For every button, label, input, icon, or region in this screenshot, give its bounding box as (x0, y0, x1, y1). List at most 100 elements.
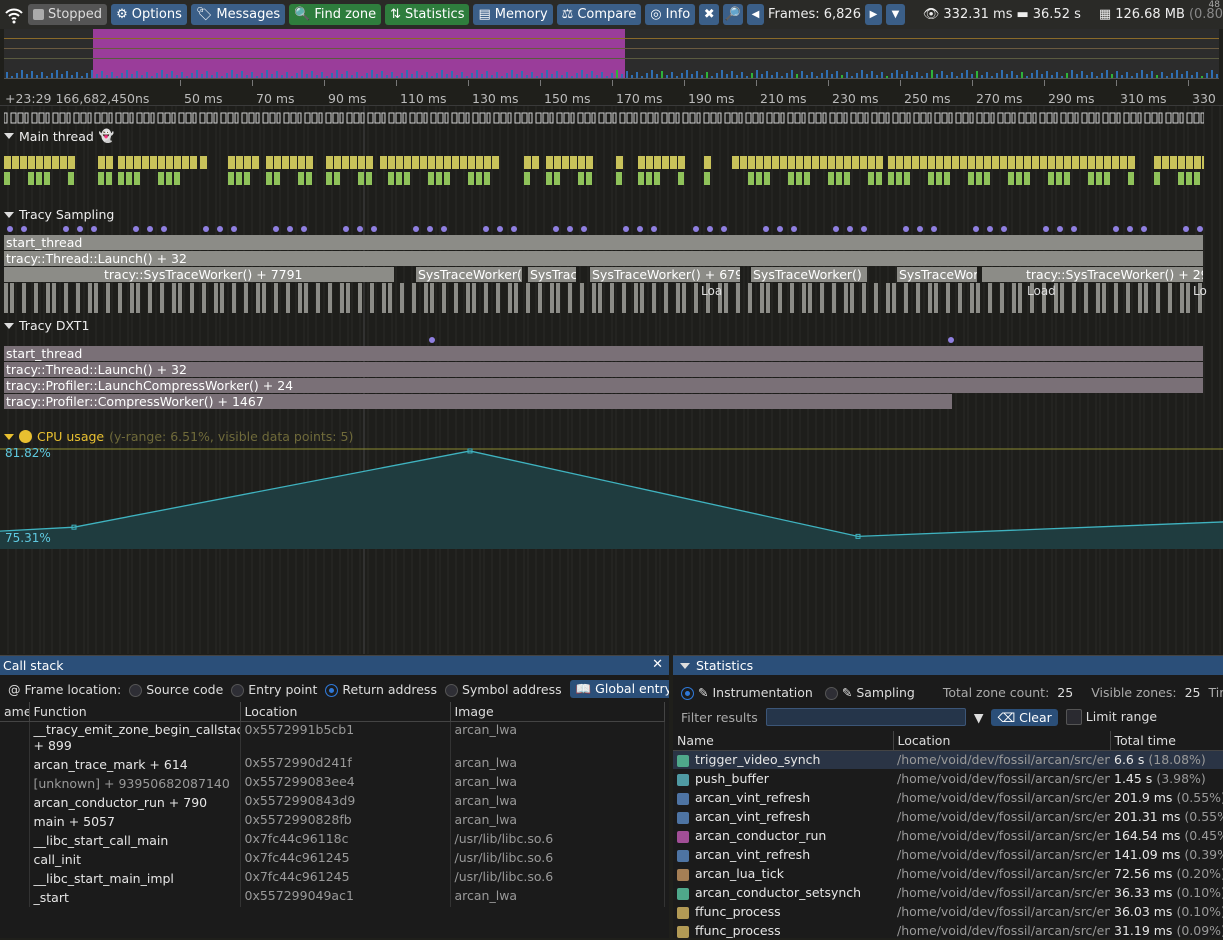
sample-dot[interactable] (203, 226, 209, 232)
sample-dot[interactable] (497, 226, 503, 232)
sample-dot[interactable] (833, 226, 839, 232)
sample-dot[interactable] (693, 226, 699, 232)
tools-button[interactable]: ✖ (699, 4, 720, 25)
zone-block[interactable] (236, 156, 243, 169)
sample-dot[interactable] (413, 226, 419, 232)
zone-block-child[interactable] (1024, 172, 1030, 185)
sample-leaf-frame[interactable] (136, 283, 140, 313)
zone-block[interactable] (904, 156, 911, 169)
sample-leaf-frame[interactable] (1114, 283, 1118, 313)
zone-block[interactable] (68, 156, 75, 169)
zone-block-child[interactable] (704, 172, 710, 185)
sample-dot[interactable] (147, 226, 153, 232)
sample-leaf-frame[interactable] (538, 283, 542, 313)
sample-leaf-frame[interactable] (1072, 283, 1076, 313)
sample-leaf-frame[interactable] (190, 283, 194, 313)
zone-block[interactable] (586, 156, 593, 169)
sample-leaf-frame[interactable] (568, 283, 572, 313)
zone-block[interactable] (20, 156, 27, 169)
zone-block-child[interactable] (334, 172, 340, 185)
zone-block[interactable] (326, 156, 333, 169)
zone-block[interactable] (756, 156, 763, 169)
zone-block[interactable] (36, 156, 43, 169)
zone-block-child[interactable] (1178, 172, 1184, 185)
zone-block-child[interactable] (396, 172, 402, 185)
sample-dot[interactable] (511, 226, 517, 232)
sample-dot[interactable] (483, 226, 489, 232)
sample-leaf-frame[interactable] (514, 283, 518, 313)
sample-leaf-frame[interactable] (1180, 283, 1184, 313)
zone-block[interactable] (350, 156, 357, 169)
zone-block-child[interactable] (358, 172, 364, 185)
zone-block-child[interactable] (836, 172, 842, 185)
zone-block-child[interactable] (804, 172, 810, 185)
dxt-frame-1[interactable]: start_thread (4, 346, 1203, 361)
sample-leaf-frame[interactable] (412, 283, 416, 313)
sample-leaf-frame[interactable] (916, 283, 920, 313)
sample-leaf-frame[interactable] (970, 283, 974, 313)
zone-block-child[interactable] (936, 172, 942, 185)
sample-leaf-frame[interactable] (634, 283, 638, 313)
zone-block-child[interactable] (1008, 172, 1014, 185)
sample-leaf-frame[interactable] (640, 283, 644, 313)
zone-block-child[interactable] (844, 172, 850, 185)
find-zone-button[interactable]: 🔍 Find zone (289, 4, 382, 25)
zone-block-child[interactable] (586, 172, 592, 185)
zone-block-child[interactable] (126, 172, 132, 185)
sample-leaf-frame[interactable] (262, 283, 266, 313)
sample-dot[interactable] (847, 226, 853, 232)
sample-dot[interactable] (987, 226, 993, 232)
zone-block[interactable] (1120, 156, 1127, 169)
wifi-icon[interactable] (4, 6, 24, 24)
sample-leaf-frame[interactable] (370, 283, 374, 313)
zone-block[interactable] (1112, 156, 1119, 169)
sample-dot[interactable] (343, 226, 349, 232)
zone-block-child[interactable] (1186, 172, 1192, 185)
zone-block[interactable] (868, 156, 875, 169)
zone-block-child[interactable] (876, 172, 882, 185)
zone-block-child[interactable] (896, 172, 902, 185)
sample-leaf-frame[interactable] (778, 283, 782, 313)
statistics-row[interactable]: arcan_conductor_setsynch/home/void/dev/f… (673, 883, 1223, 902)
sample-leaf-frame[interactable] (724, 283, 728, 313)
sample-leaf-frame[interactable] (988, 283, 992, 313)
sample-leaf-frame[interactable] (46, 283, 50, 313)
zone-block-child[interactable] (928, 172, 934, 185)
zone-block-child[interactable] (1088, 172, 1094, 185)
zone-block-child[interactable] (968, 172, 974, 185)
zone-block[interactable] (678, 156, 685, 169)
dxt-frame-4[interactable]: tracy::Profiler::CompressWorker() + 1467 (4, 394, 952, 409)
zone-block[interactable] (984, 156, 991, 169)
sample-leaf-frame[interactable] (526, 283, 530, 313)
zone-block[interactable] (662, 156, 669, 169)
zone-block[interactable] (1170, 156, 1177, 169)
zone-block-child[interactable] (484, 172, 490, 185)
sample-leaf-frame[interactable] (442, 283, 446, 313)
sample-leaf-frame[interactable] (1084, 283, 1088, 313)
zone-block[interactable] (1096, 156, 1103, 169)
sample-dot[interactable] (623, 226, 629, 232)
zone-block[interactable] (1202, 156, 1204, 169)
timeline-area[interactable]: Main thread 👻 Tracy Sampling start_threa… (0, 106, 1223, 654)
zone-block[interactable] (1104, 156, 1111, 169)
sample-leaf-frame[interactable] (118, 283, 122, 313)
sample-dot[interactable] (637, 226, 643, 232)
sample-dot[interactable] (1071, 226, 1077, 232)
zone-block[interactable] (1048, 156, 1055, 169)
zone-block[interactable] (60, 156, 67, 169)
compare-button[interactable]: ⚖ Compare (556, 4, 642, 25)
sample-leaf-frame[interactable] (64, 283, 68, 313)
sample-leaf-frame[interactable] (766, 283, 770, 313)
sample-leaf-frame[interactable] (496, 283, 500, 313)
zone-block[interactable] (306, 156, 313, 169)
sample-dot[interactable] (231, 226, 237, 232)
zone-block-child[interactable] (476, 172, 482, 185)
sample-leaf-frame[interactable] (298, 283, 302, 313)
zone-block[interactable] (780, 156, 787, 169)
zone-block-child[interactable] (366, 172, 372, 185)
zone-block[interactable] (1040, 156, 1047, 169)
zone-block[interactable] (554, 156, 561, 169)
sample-dot[interactable] (1113, 226, 1119, 232)
zone-block-child[interactable] (678, 172, 684, 185)
zone-block-child[interactable] (1154, 172, 1160, 185)
